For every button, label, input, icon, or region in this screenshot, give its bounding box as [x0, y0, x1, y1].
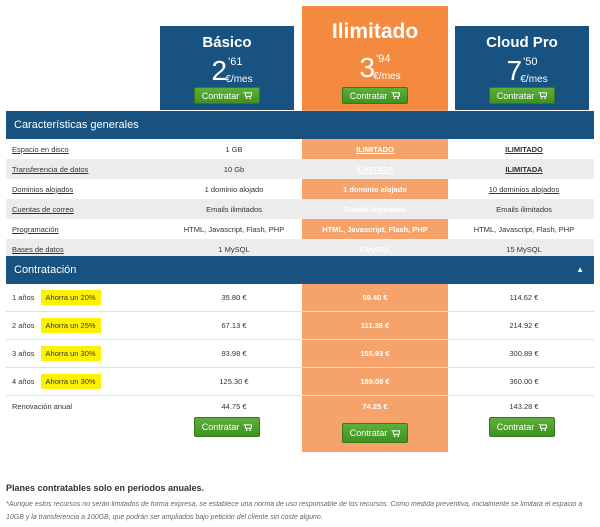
cart-icon: [391, 429, 401, 437]
footer-heading: Planes contratables solo en periodos anu…: [6, 483, 205, 493]
feature-row: Programación HTML, Javascript, Flash, PH…: [6, 219, 594, 239]
plan-price: 7'50 €/mes: [455, 57, 589, 85]
price-unit: €/mes: [520, 74, 548, 85]
contract-period: Renovación anual: [12, 396, 72, 416]
feature-label[interactable]: Programación: [12, 219, 59, 239]
price-dec: '61: [228, 56, 243, 68]
plan-name: Básico: [202, 34, 252, 51]
period-label: 4 años: [12, 377, 35, 386]
cart-icon: [538, 423, 548, 431]
feature-value-basico: 1 GB: [225, 144, 243, 154]
price-basico: 93.98 €: [221, 349, 247, 358]
feature-value-basico: HTML, Javascript, Flash, PHP: [183, 224, 285, 234]
savings-badge: Ahorra un 30%: [40, 374, 101, 389]
contract-row: 2 años Ahorra un 25% 67.13 € 111.38 € 21…: [6, 312, 594, 340]
price-dec: '50: [523, 56, 538, 68]
feature-row: Cuentas de correo Emails ilimitados Emai…: [6, 199, 594, 219]
footer-note-line2: 10GB y la transferencia a 100GB, que pod…: [6, 514, 323, 521]
cart-icon: [538, 92, 548, 99]
feature-value-ilimitado: Emails ilimitados: [344, 204, 406, 214]
plan-price: 2'61 €/mes: [160, 57, 294, 85]
feature-value-basico: 10 Gb: [223, 164, 245, 174]
feature-value-basico: 1 dominio alojado: [204, 184, 264, 194]
feature-value-ilimitado[interactable]: ILIMITADA: [302, 159, 448, 179]
contract-row: 4 años Ahorra un 30% 125.30 € 189.00 € 3…: [6, 368, 594, 396]
feature-label[interactable]: Espacio en disco: [12, 139, 69, 159]
period-label: Renovación anual: [12, 401, 73, 411]
contratar-cloudpro-button[interactable]: Contratar: [489, 87, 555, 104]
price-basico: 44.75 €: [221, 401, 247, 411]
contract-section-title: Contratación: [14, 264, 77, 276]
feature-value-cloudpro: Emails ilimitados: [496, 204, 552, 214]
contract-period: 2 años Ahorra un 25%: [12, 312, 101, 339]
feature-value-cloudpro[interactable]: 10 dominios alojados: [489, 185, 559, 194]
contract-period: 4 años Ahorra un 30%: [12, 368, 101, 395]
price-cloudpro: 360.00 €: [509, 377, 539, 386]
button-label: Contratar: [349, 90, 388, 101]
price-basico: 67.13 €: [221, 321, 247, 330]
contract-period: 3 años Ahorra un 30%: [12, 340, 101, 367]
button-label: Contratar: [496, 90, 535, 101]
price-ilimitado: 189.00 €: [360, 377, 390, 386]
price-ilimitado: 74.25 €: [362, 401, 388, 411]
contract-row: Renovación anual 44.75 € 74.25 € 143.28 …: [6, 396, 594, 416]
feature-row: Dominios alojados 1 dominio alojado 1 do…: [6, 179, 594, 199]
cart-icon: [243, 423, 253, 431]
price-ilimitado: 59.40 €: [362, 293, 388, 302]
contratar-ilimitado-button[interactable]: Contratar: [342, 87, 408, 104]
feature-label[interactable]: Transferencia de datos: [12, 159, 88, 179]
plan-price: 3'94 €/mes: [302, 54, 448, 82]
price-cloudpro: 143.28 €: [509, 401, 539, 411]
feature-value-cloudpro: HTML, Javascript, Flash, PHP: [473, 224, 575, 234]
footer-note-line1: *Aunque estos recursos no serán limitado…: [6, 501, 583, 508]
period-label: 1 años: [12, 293, 35, 302]
cart-icon: [391, 92, 401, 99]
contract-period: 1 años Ahorra un 20%: [12, 284, 101, 311]
feature-row: Espacio en disco 1 GB ILIMITADO ILIMITAD…: [6, 139, 594, 159]
price-dec: '94: [376, 53, 391, 65]
plan-name: Cloud Pro: [486, 34, 558, 51]
savings-badge: Ahorra un 30%: [40, 346, 101, 361]
plan-name: Ilimitado: [331, 20, 419, 43]
feature-row: Transferencia de datos 10 Gb ILIMITADA I…: [6, 159, 594, 179]
price-cloudpro: 214.92 €: [509, 321, 539, 330]
price-basico: 125.30 €: [219, 377, 249, 386]
contratar-cloudpro-bottom-button[interactable]: Contratar: [489, 417, 555, 437]
price-cloudpro: 300.89 €: [509, 349, 539, 358]
price-unit: €/mes: [225, 74, 253, 85]
button-label: Contratar: [201, 422, 240, 432]
feature-label[interactable]: Dominios alojados: [12, 179, 73, 199]
feature-value-cloudpro[interactable]: ILIMITADA: [454, 159, 594, 179]
price-unit: €/mes: [373, 71, 401, 82]
contract-section-header[interactable]: Contratación ▲: [6, 256, 594, 284]
feature-value-basico: Emails ilimitados: [206, 204, 262, 214]
cart-icon: [243, 92, 253, 99]
contract-row: 1 años Ahorra un 20% 35.80 € 59.40 € 114…: [6, 284, 594, 312]
savings-badge: Ahorra un 20%: [40, 290, 101, 305]
feature-value-ilimitado: HTML, Javascript, Flash, PHP: [322, 224, 428, 234]
contratar-basico-bottom-button[interactable]: Contratar: [194, 417, 260, 437]
features-section-header: Características generales: [6, 111, 594, 139]
collapse-arrow-icon[interactable]: ▲: [576, 256, 584, 284]
button-label: Contratar: [349, 428, 388, 438]
contratar-ilimitado-bottom-button[interactable]: Contratar: [342, 423, 408, 443]
feature-value-cloudpro[interactable]: ILIMITADO: [454, 139, 594, 159]
price-ilimitado: 111.38 €: [360, 321, 390, 330]
button-label: Contratar: [201, 90, 240, 101]
period-label: 2 años: [12, 321, 35, 330]
contract-row: 3 años Ahorra un 30% 93.98 € 155.93 € 30…: [6, 340, 594, 368]
savings-badge: Ahorra un 25%: [40, 318, 101, 333]
price-cloudpro: 114.62 €: [509, 293, 539, 302]
period-label: 3 años: [12, 349, 35, 358]
feature-label[interactable]: Cuentas de correo: [12, 199, 74, 219]
price-basico: 35.80 €: [221, 293, 247, 302]
contratar-basico-button[interactable]: Contratar: [194, 87, 260, 104]
button-label: Contratar: [496, 422, 535, 432]
price-ilimitado: 155.93 €: [360, 349, 390, 358]
feature-value-ilimitado: 1 dominio alojado: [343, 184, 407, 194]
feature-value-ilimitado[interactable]: ILIMITADO: [302, 139, 448, 159]
